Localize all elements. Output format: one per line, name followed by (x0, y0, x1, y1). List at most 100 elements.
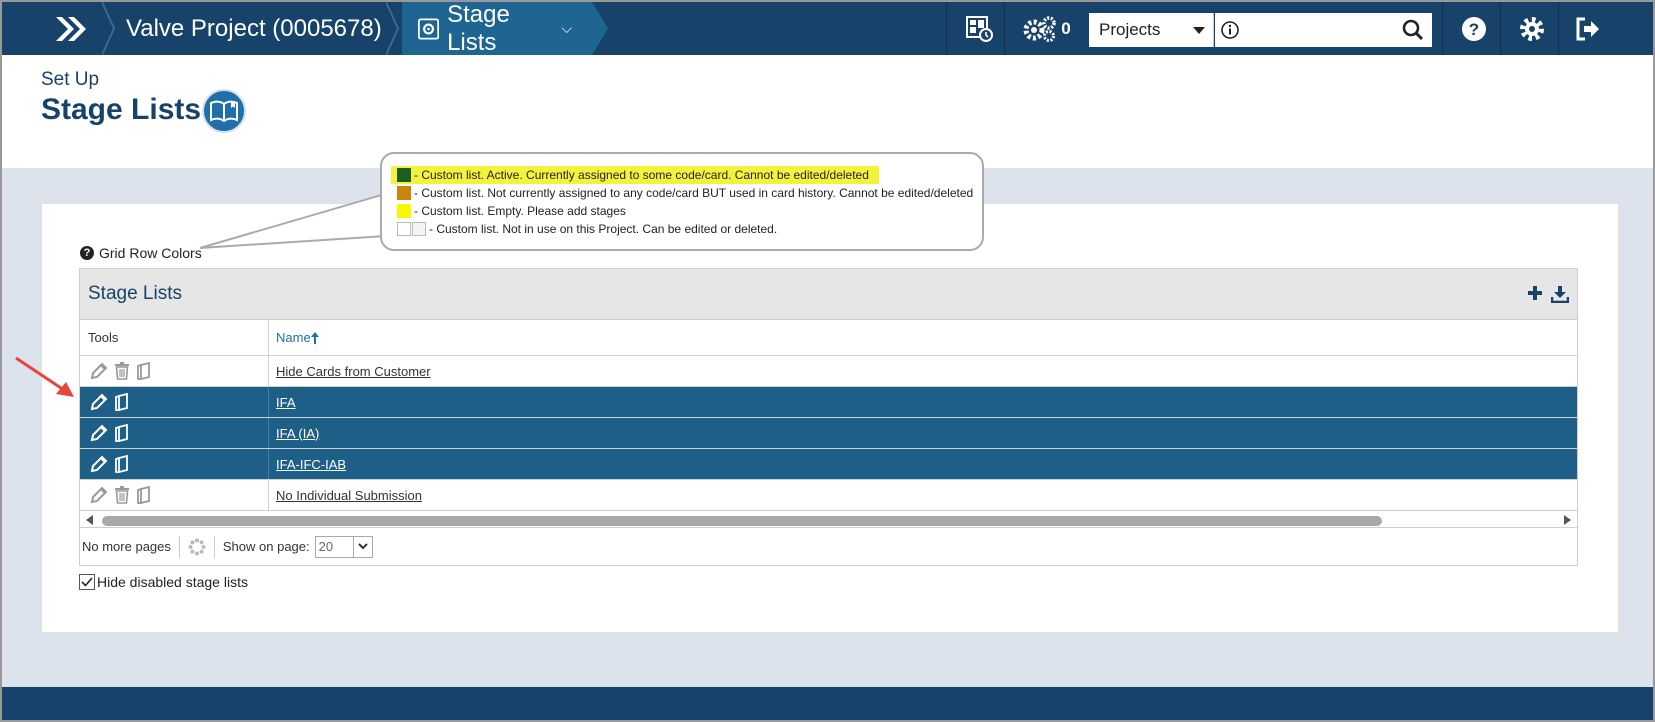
settings-button[interactable] (1512, 2, 1552, 55)
checkmark-icon (81, 577, 93, 587)
breadcrumb-end-icon (592, 2, 608, 55)
red-arrow-annotation (15, 356, 74, 397)
table-row[interactable]: IFA (80, 387, 1577, 418)
page-subtitle: Set Up (41, 69, 100, 90)
footer-bar (2, 687, 1653, 720)
page-size-value: 20 (318, 539, 334, 554)
show-on-page-label: Show on page: (222, 539, 310, 554)
grid-title: Stage Lists (88, 283, 182, 304)
download-icon[interactable] (1551, 285, 1569, 303)
question-icon: ? (80, 246, 94, 260)
delete-trash-icon[interactable] (114, 486, 130, 504)
add-icon[interactable] (1527, 285, 1543, 301)
help-button[interactable]: ? (1454, 2, 1494, 55)
search-box (1215, 13, 1432, 47)
table-row[interactable]: Hide Cards from Customer (80, 356, 1577, 387)
grid-header: Stage Lists (80, 269, 1577, 320)
home-button[interactable] (42, 2, 102, 55)
page-title: Stage Lists (41, 93, 202, 126)
double-chevron-icon (56, 16, 86, 41)
copy-book-icon[interactable] (114, 424, 130, 442)
dashboard-history-button[interactable] (960, 2, 1000, 55)
grid-body: Hide Cards from Customer IFA IFA (IA) IFA-I… (80, 356, 1577, 511)
background-jobs-button[interactable]: 0 (1016, 2, 1078, 55)
page-size-select[interactable]: 20 (314, 535, 373, 558)
scroll-right-arrow-icon[interactable] (1564, 515, 1571, 525)
row-tools (80, 418, 269, 448)
top-navigation-bar: Valve Project (0005678) Stage Lists ⌵ 0 … (2, 0, 1653, 56)
horizontal-scrollbar[interactable] (80, 511, 1577, 528)
hide-disabled-checkbox[interactable] (79, 574, 95, 590)
breadcrumb-separator-icon (386, 2, 400, 55)
documentation-button[interactable] (202, 89, 246, 133)
edit-pencil-icon[interactable] (90, 486, 108, 504)
scroll-left-arrow-icon[interactable] (86, 515, 93, 525)
row-name-link[interactable]: IFA (IA) (269, 418, 1577, 448)
legend-text: - Custom list. Active. Currently assigne… (414, 168, 869, 182)
section-title: Stage Lists (447, 0, 510, 56)
grid-actions (1527, 285, 1569, 303)
column-header-tools: Tools (80, 320, 269, 355)
help-icon: ? (1462, 16, 1486, 41)
jobs-count: 0 (1061, 18, 1071, 38)
hide-disabled-label: Hide disabled stage lists (97, 574, 248, 590)
app-frame: Valve Project (0005678) Stage Lists ⌵ 0 … (0, 0, 1655, 722)
stage-lists-grid: Stage Lists Tools Name Hide Cards from C… (79, 268, 1578, 566)
copy-book-icon[interactable] (114, 393, 130, 411)
search-icon[interactable] (1402, 19, 1424, 41)
chevron-down-icon: ⌵ (561, 20, 572, 36)
caret-down-icon (1193, 27, 1205, 34)
legend-swatch-active (397, 168, 411, 182)
breadcrumb-project[interactable]: Valve Project (0005678) (126, 2, 382, 55)
row-name-link[interactable]: IFA (269, 387, 1577, 417)
grid-row-colors-help[interactable]: ? Grid Row Colors (80, 245, 202, 261)
gear-icon (1520, 16, 1544, 41)
chevron-down-icon (352, 536, 372, 557)
edit-pencil-icon[interactable] (90, 455, 108, 473)
copy-book-icon[interactable] (114, 455, 130, 473)
edit-pencil-icon[interactable] (90, 424, 108, 442)
legend-swatch-unused-alt (412, 222, 426, 236)
scroll-thumb[interactable] (102, 516, 1382, 526)
table-row[interactable]: No Individual Submission (80, 480, 1577, 511)
hide-disabled-option[interactable]: Hide disabled stage lists (79, 574, 248, 590)
row-name-link[interactable]: Hide Cards from Customer (269, 356, 1577, 386)
refresh-spinner-icon[interactable] (188, 538, 206, 556)
row-name-link[interactable]: No Individual Submission (269, 480, 1577, 510)
row-name-link[interactable]: IFA-IFC-IAB (269, 449, 1577, 479)
info-icon[interactable] (1221, 21, 1239, 39)
column-header-name[interactable]: Name (269, 320, 1577, 355)
row-tools (80, 449, 269, 479)
row-tools (80, 387, 269, 417)
edit-pencil-icon[interactable] (90, 393, 108, 411)
edit-pencil-icon[interactable] (90, 362, 108, 380)
search-input[interactable] (1245, 15, 1395, 45)
legend-swatch-empty (397, 204, 411, 218)
table-row[interactable]: IFA (IA) (80, 418, 1577, 449)
legend-item: - Custom list. Empty. Please add stages (391, 202, 982, 220)
legend-text: - Custom list. Not in use on this Projec… (429, 222, 778, 236)
svg-text:?: ? (1469, 20, 1479, 39)
sort-ascending-icon (310, 331, 319, 344)
breadcrumb-section-dropdown[interactable]: Stage Lists ⌵ (402, 0, 592, 56)
logout-button[interactable] (1568, 2, 1608, 55)
copy-book-icon[interactable] (136, 362, 152, 380)
legend-swatch-unused (397, 222, 411, 236)
legend-item: - Custom list. Not in use on this Projec… (391, 220, 982, 238)
gears-icon (1023, 15, 1057, 42)
tooltip-pointer (199, 193, 386, 249)
row-tools (80, 480, 269, 510)
project-title: Valve Project (0005678) (126, 14, 382, 42)
settings-box-icon (418, 17, 440, 40)
grid-row-colors-label: Grid Row Colors (99, 245, 202, 261)
copy-book-icon[interactable] (136, 486, 152, 504)
scope-select-value: Projects (1099, 20, 1161, 39)
row-colors-tooltip: - Custom list. Active. Currently assigne… (380, 152, 984, 251)
legend-swatch-history (397, 186, 411, 200)
table-row[interactable]: IFA-IFC-IAB (80, 449, 1577, 480)
scope-select[interactable]: Projects (1089, 13, 1214, 47)
legend-item: - Custom list. Not currently assigned to… (391, 184, 982, 202)
dashboard-clock-icon (966, 15, 993, 42)
logout-icon (1576, 17, 1599, 40)
delete-trash-icon[interactable] (114, 362, 130, 380)
